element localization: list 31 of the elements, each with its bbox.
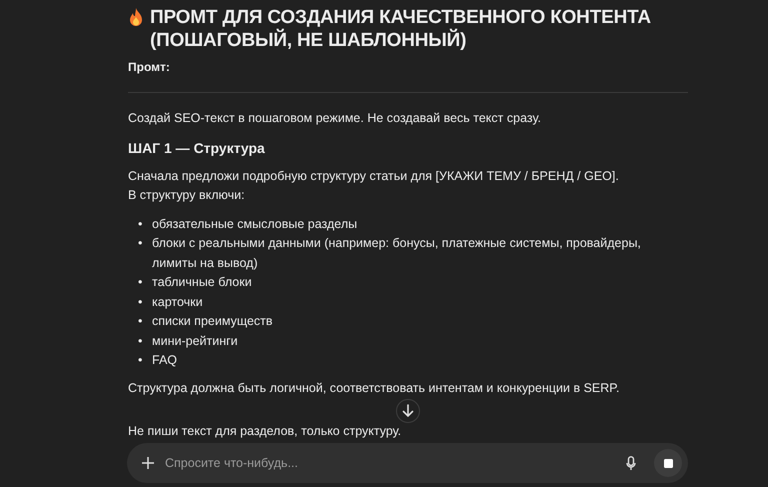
text-line: В структуру включи: <box>128 187 246 204</box>
scroll-down-button[interactable] <box>396 399 420 423</box>
paragraph: Структура должна быть логичной, соответствовать интентам и конкуренции в SERP. <box>128 380 620 397</box>
list-item: блоки с реальными данными (например: бонусы, платежные системы, провайдеры, лимиты на вывод) <box>152 235 642 272</box>
list-item: карточки <box>152 294 203 311</box>
bullet: • <box>138 274 144 291</box>
bullet: • <box>138 294 144 310</box>
list-item: табличные блоки <box>152 274 252 291</box>
list-item: мини-рейтинги <box>152 332 238 350</box>
section-heading: ШАГ 1 — Структура <box>128 138 266 158</box>
paragraph: Создай SEO-текст в пошаговом режиме. Не создавай весь текст сразу. <box>128 110 542 127</box>
list-item: FAQ <box>152 352 178 369</box>
list-item: списки преимуществ <box>152 313 273 330</box>
prompt-label: Промт: <box>128 59 171 76</box>
message-input[interactable]: Спросите что-нибудь... <box>165 454 616 472</box>
stop-icon <box>664 458 672 468</box>
page-title: ПРОМТ ДЛЯ СОЗДАНИЯ КАЧЕСТВЕННОГО КОНТЕНТА (ПОШАГОВЫЙ, НЕ ШАБЛОННЫЙ) <box>150 6 652 52</box>
bullet: • <box>138 332 144 350</box>
list-item: обязательные смысловые разделы <box>152 216 358 233</box>
bullet: • <box>138 235 144 252</box>
flame-icon <box>128 8 144 27</box>
add-button[interactable] <box>139 454 157 472</box>
message-composer[interactable]: Спросите что-нибудь... <box>127 443 688 483</box>
bullet: • <box>138 313 144 330</box>
text-line: Сначала предложи подробную структуру статьи для [УКАЖИ ТЕМУ / БРЕНД / GEO]. <box>128 168 620 185</box>
microphone-icon[interactable] <box>624 454 638 472</box>
bullet: • <box>138 216 144 232</box>
bullet: • <box>138 352 144 369</box>
arrow-down-icon <box>402 404 414 418</box>
paragraph: Не пиши текст для разделов, только структуру. <box>128 423 402 440</box>
stop-button[interactable] <box>654 449 682 477</box>
